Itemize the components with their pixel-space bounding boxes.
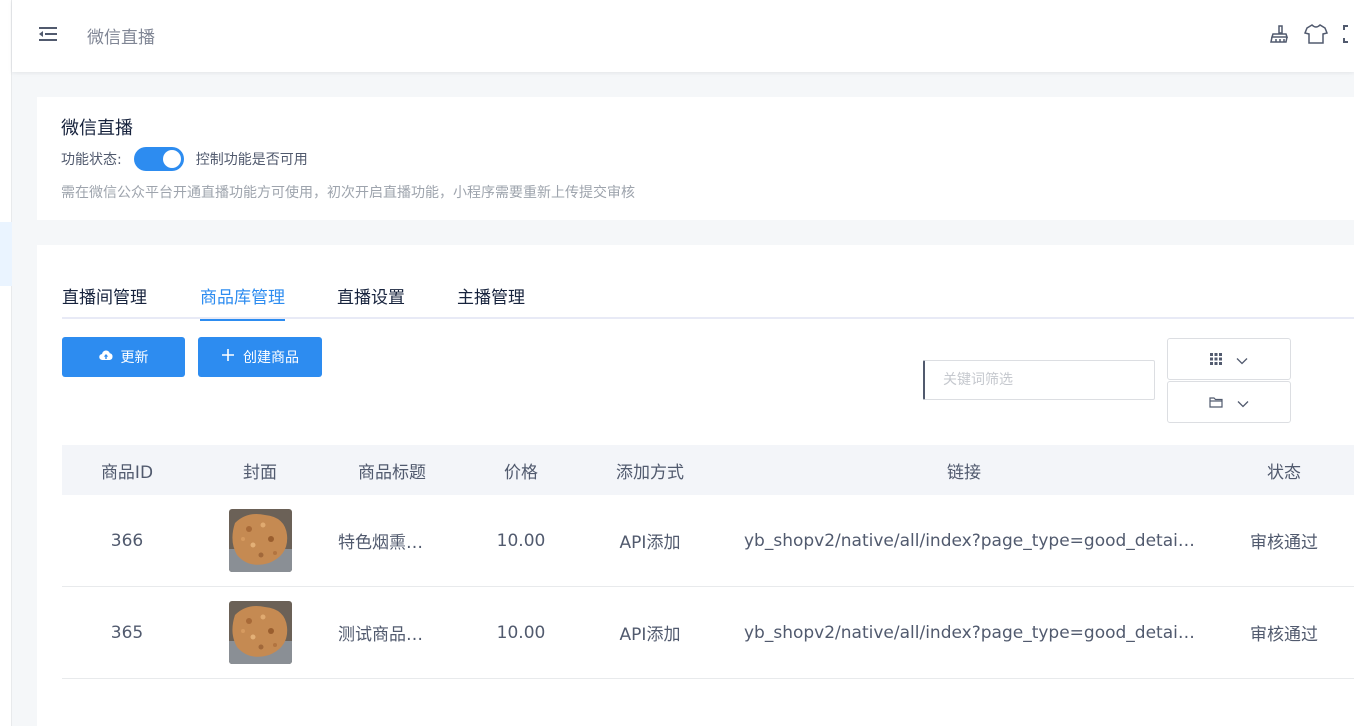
- create-product-button[interactable]: 创建商品: [198, 337, 322, 377]
- table-row[interactable]: 366 特色烟熏… 10.00 API添加 yb_shopv2/native/a…: [62, 495, 1354, 587]
- status-row: 功能状态: 控制功能是否可用: [61, 147, 308, 171]
- cover-cell: [192, 509, 328, 572]
- table-header: 商品ID 封面 商品标题 价格 添加方式 链接 状态: [62, 445, 1354, 495]
- create-product-label: 创建商品: [243, 350, 299, 366]
- column-header-cover: 封面: [243, 462, 277, 483]
- tab-live-settings[interactable]: 直播设置: [337, 283, 405, 319]
- add-method: API添加: [619, 625, 681, 645]
- cover-cell: [192, 601, 328, 664]
- product-price: 10.00: [496, 530, 546, 551]
- column-select-dropdown[interactable]: [1167, 338, 1291, 380]
- keyword-search-input[interactable]: [923, 360, 1155, 400]
- column-header-add-method: 添加方式: [616, 462, 684, 483]
- side-menu-active-marker: [0, 222, 12, 286]
- setup-note: 需在微信公众平台开通直播功能方可使用，初次开启直播功能，小程序需要重新上传提交审…: [61, 185, 635, 201]
- refresh-button[interactable]: 更新: [62, 337, 185, 377]
- header-title: 微信直播: [87, 28, 155, 48]
- status-panel: 微信直播 功能状态: 控制功能是否可用 需在微信公众平台开通直播功能方可使用，初…: [37, 97, 1354, 220]
- cloud-upload-icon: [98, 349, 113, 365]
- grid-icon: [1210, 350, 1222, 369]
- product-table: 商品ID 封面 商品标题 价格 添加方式 链接 状态 366 特色烟熏… 10.…: [62, 445, 1354, 679]
- cover-image[interactable]: [228, 509, 292, 572]
- review-status: 审核通过: [1250, 625, 1318, 645]
- product-price: 10.00: [496, 622, 546, 643]
- column-header-price: 价格: [504, 462, 538, 483]
- plus-icon: [221, 348, 235, 366]
- tab-bar: 直播间管理 商品库管理 直播设置 主播管理: [62, 245, 1354, 321]
- folder-icon: [1209, 393, 1223, 412]
- feature-toggle-switch[interactable]: [133, 147, 184, 171]
- product-title: 特色烟熏…: [338, 533, 423, 553]
- product-id: 365: [110, 622, 144, 643]
- product-title: 测试商品…: [338, 625, 423, 645]
- switch-hint: 控制功能是否可用: [195, 152, 308, 168]
- tab-anchor[interactable]: 主播管理: [457, 283, 525, 319]
- chevron-down-icon: [1236, 350, 1248, 369]
- status-label: 功能状态:: [61, 152, 122, 168]
- fullscreen-icon[interactable]: [1342, 22, 1354, 46]
- add-method: API添加: [619, 533, 681, 553]
- tshirt-icon[interactable]: [1304, 22, 1328, 46]
- table-row[interactable]: 365 测试商品… 10.00 API添加 yb_shopv2/native/a…: [62, 587, 1354, 679]
- product-id: 366: [110, 530, 144, 551]
- cover-image[interactable]: [228, 601, 292, 664]
- refresh-label: 更新: [120, 350, 149, 366]
- product-link: yb_shopv2/native/all/index?page_type=goo…: [744, 622, 1214, 643]
- product-link: yb_shopv2/native/all/index?page_type=goo…: [744, 530, 1214, 551]
- tab-live-room[interactable]: 直播间管理: [62, 283, 147, 319]
- review-status: 审核通过: [1250, 533, 1318, 553]
- side-menu-strip: [0, 0, 12, 726]
- column-header-link: 链接: [947, 462, 981, 483]
- tab-product-library[interactable]: 商品库管理: [200, 283, 285, 321]
- menu-fold-icon[interactable]: [39, 24, 59, 44]
- panel-title: 微信直播: [61, 118, 133, 139]
- column-header-status: 状态: [1267, 462, 1301, 483]
- header-actions: [1266, 22, 1354, 46]
- top-header: 微信直播: [12, 0, 1354, 72]
- brush-icon[interactable]: [1266, 22, 1290, 46]
- chevron-down-icon: [1237, 393, 1249, 412]
- column-header-title: 商品标题: [358, 462, 426, 483]
- column-header-id: 商品ID: [100, 462, 154, 483]
- content-panel: 直播间管理 商品库管理 直播设置 主播管理 更新 创建商品 关键词筛选 商品ID…: [37, 245, 1354, 726]
- export-dropdown[interactable]: [1167, 381, 1291, 423]
